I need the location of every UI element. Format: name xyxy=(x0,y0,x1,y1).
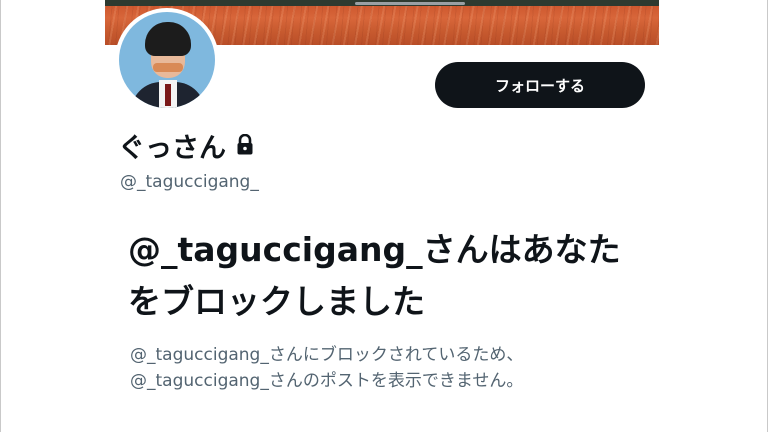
display-name: ぐっさん xyxy=(118,132,226,164)
lock-icon xyxy=(236,133,254,156)
profile-screen: フォローする ぐっさん @_taguccigang_ @_taguccigang… xyxy=(0,0,768,432)
avatar-mask xyxy=(153,63,183,72)
avatar[interactable] xyxy=(115,8,219,112)
left-border xyxy=(0,0,1,432)
blocked-message: @_taguccigang_さんにブロックされているため、@_tagucciga… xyxy=(130,345,524,391)
banner-rod xyxy=(355,2,465,5)
profile-handle: @_taguccigang_ xyxy=(120,172,259,192)
blocked-headline: @_taguccigang_さんはあなたをブロックしました xyxy=(128,230,621,321)
follow-button[interactable]: フォローする xyxy=(435,62,645,108)
avatar-tie xyxy=(165,84,171,106)
avatar-photo xyxy=(119,12,215,108)
avatar-hair xyxy=(145,22,191,56)
name-row: ぐっさん xyxy=(118,126,254,164)
